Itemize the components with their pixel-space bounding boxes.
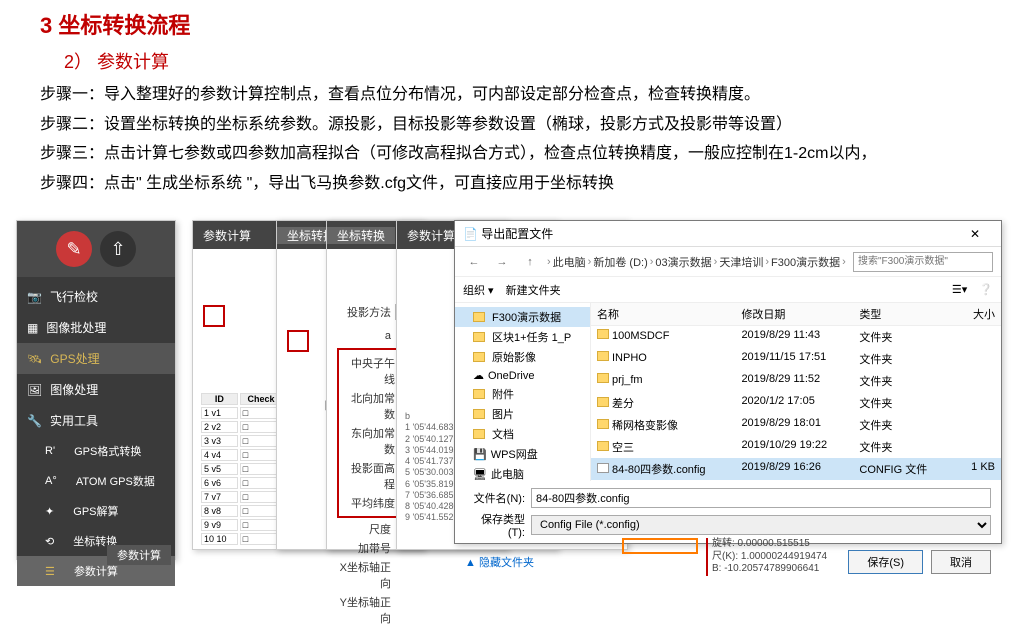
- layers-icon: ▦: [27, 321, 38, 335]
- col-size[interactable]: 大小: [945, 303, 1001, 325]
- app-sidebar: ✎ ⇧ 📷飞行检校 ▦图像批处理 🛰GPS处理 🖼图像处理 🔧实用工具 R' G…: [16, 220, 176, 560]
- tree-item-block[interactable]: 区块1+任务 1_P: [455, 327, 590, 347]
- nav-up-icon[interactable]: ↑: [519, 256, 541, 268]
- filename-label: 文件名(N):: [465, 490, 525, 506]
- main-heading: 3 坐标转换流程: [40, 8, 1024, 40]
- sidebar-item-image-process[interactable]: 🖼图像处理: [17, 374, 175, 405]
- red-highlight-2: [287, 330, 309, 352]
- organize-menu[interactable]: 组织 ▾: [463, 282, 494, 298]
- col-name[interactable]: 名称: [591, 303, 735, 325]
- param-calc-badge: 参数计算: [107, 545, 171, 565]
- satellite-icon: 🛰: [27, 352, 42, 366]
- wrench-icon: 🔧: [27, 414, 42, 428]
- file-row[interactable]: 84-80四参数.config2019/8/29 16:26CONFIG 文件1…: [591, 458, 1001, 480]
- tree-item-attach[interactable]: 附件: [455, 384, 590, 404]
- upload-icon[interactable]: ⇧: [100, 231, 136, 267]
- screenshot-stack: ✎ ⇧ 📷飞行检校 ▦图像批处理 🛰GPS处理 🖼图像处理 🔧实用工具 R' G…: [16, 220, 1008, 569]
- tab-param-calc[interactable]: 参数计算: [193, 227, 261, 244]
- file-row[interactable]: prj_fm2019/8/29 11:52文件夹: [591, 370, 1001, 392]
- disk-icon: 💾: [473, 448, 487, 461]
- filetype-label: 保存类型(T):: [465, 511, 525, 539]
- col-date[interactable]: 修改日期: [735, 303, 853, 325]
- proj-method-label: 投影方法: [337, 304, 395, 320]
- search-input[interactable]: [853, 252, 993, 272]
- camera-icon: 📷: [27, 290, 42, 304]
- file-row[interactable]: 稀网格变影像2019/8/29 18:01文件夹: [591, 414, 1001, 436]
- file-row[interactable]: 100MSDCF2019/8/29 11:43文件夹: [591, 326, 1001, 348]
- tree-item-doc[interactable]: 文档: [455, 424, 590, 444]
- nav-forward-icon[interactable]: →: [491, 256, 513, 268]
- tree-item-pic1[interactable]: 图片: [455, 404, 590, 424]
- step-2: 步骤二：设置坐标转换的坐标系统参数。源投影，目标投影等参数设置（椭球，投影方式及…: [40, 112, 1024, 138]
- folder-tree[interactable]: F300演示数据 区块1+任务 1_P 原始影像 ☁OneDrive 附件 图片…: [455, 303, 591, 481]
- sidebar-item-image-batch[interactable]: ▦图像批处理: [17, 312, 175, 343]
- tree-item-onedrive[interactable]: ☁OneDrive: [455, 367, 590, 384]
- sidebar-top: ✎ ⇧: [17, 221, 175, 277]
- nav-back-icon[interactable]: ←: [463, 256, 485, 268]
- filetype-select[interactable]: Config File (*.config): [531, 515, 991, 535]
- sidebar-item-util-tools[interactable]: 🔧实用工具: [17, 405, 175, 436]
- file-list: 名称 修改日期 类型 大小 100MSDCF2019/8/29 11:43文件夹…: [591, 303, 1001, 481]
- col-type[interactable]: 类型: [853, 303, 944, 325]
- tree-item-wps[interactable]: 💾WPS网盘: [455, 444, 590, 464]
- tree-item-raw[interactable]: 原始影像: [455, 347, 590, 367]
- image-icon: 🖼: [27, 383, 42, 397]
- computer-icon: 🖥: [473, 468, 487, 481]
- file-row[interactable]: 999.config2019/9/19 9:43CONFIG 文件1 KB: [591, 480, 1001, 481]
- step-3: 步骤三：点击计算七参数或四参数加高程拟合（可修改高程拟合方式），检查点位转换精度…: [40, 141, 1024, 167]
- pen-icon[interactable]: ✎: [56, 231, 92, 267]
- export-config-dialog: 📄 导出配置文件 ✕ ← → ↑ ›此电脑 ›新加卷 (D:) ›03演示数据 …: [454, 220, 1002, 544]
- breadcrumb[interactable]: ›此电脑 ›新加卷 (D:) ›03演示数据 ›天津培训 ›F300演示数据 ›: [547, 254, 847, 270]
- tree-item-f300[interactable]: F300演示数据: [455, 307, 590, 327]
- file-row[interactable]: 差分2020/1/2 17:05文件夹: [591, 392, 1001, 414]
- param-output: 旋转: 0.00000.515515 尺(K): 1.0000024491947…: [706, 538, 956, 576]
- tree-item-thispc[interactable]: 🖥此电脑: [455, 464, 590, 481]
- new-folder-button[interactable]: 新建文件夹: [506, 282, 561, 298]
- red-highlight-1: [203, 305, 225, 327]
- sub-heading: 2） 参数计算: [64, 48, 1024, 74]
- filename-input[interactable]: [531, 488, 991, 508]
- orange-highlight: [622, 538, 698, 554]
- tab-coord-transform-3[interactable]: 坐标转换: [327, 227, 395, 244]
- step-1: 步骤一：导入整理好的参数计算控制点，查看点位分布情况，可内部设定部分检查点，检查…: [40, 82, 1024, 108]
- file-row[interactable]: 空三2019/10/29 19:22文件夹: [591, 436, 1001, 458]
- view-icon[interactable]: ☰▾: [952, 283, 967, 296]
- close-icon[interactable]: ✕: [957, 227, 993, 241]
- step-4: 步骤四：点击" 生成坐标系统 "，导出飞马换参数.cfg文件，可直接应用于坐标转…: [40, 171, 1024, 197]
- sidebar-item-flight-check[interactable]: 📷飞行检校: [17, 281, 175, 312]
- dialog-title: 📄 导出配置文件: [463, 225, 957, 242]
- help-icon[interactable]: ❔: [979, 283, 993, 296]
- sub-item-gps-format[interactable]: R' GPS格式转换: [17, 436, 175, 466]
- cloud-icon: ☁: [473, 369, 484, 382]
- file-row[interactable]: INPHO2019/11/15 17:51文件夹: [591, 348, 1001, 370]
- sidebar-item-gps-process[interactable]: 🛰GPS处理: [17, 343, 175, 374]
- sub-item-atom-gps[interactable]: A° ATOM GPS数据: [17, 466, 175, 496]
- sub-item-gps-solve[interactable]: ✦ GPS解算: [17, 496, 175, 526]
- hide-folders-link[interactable]: ▲ 隐藏文件夹: [465, 554, 534, 570]
